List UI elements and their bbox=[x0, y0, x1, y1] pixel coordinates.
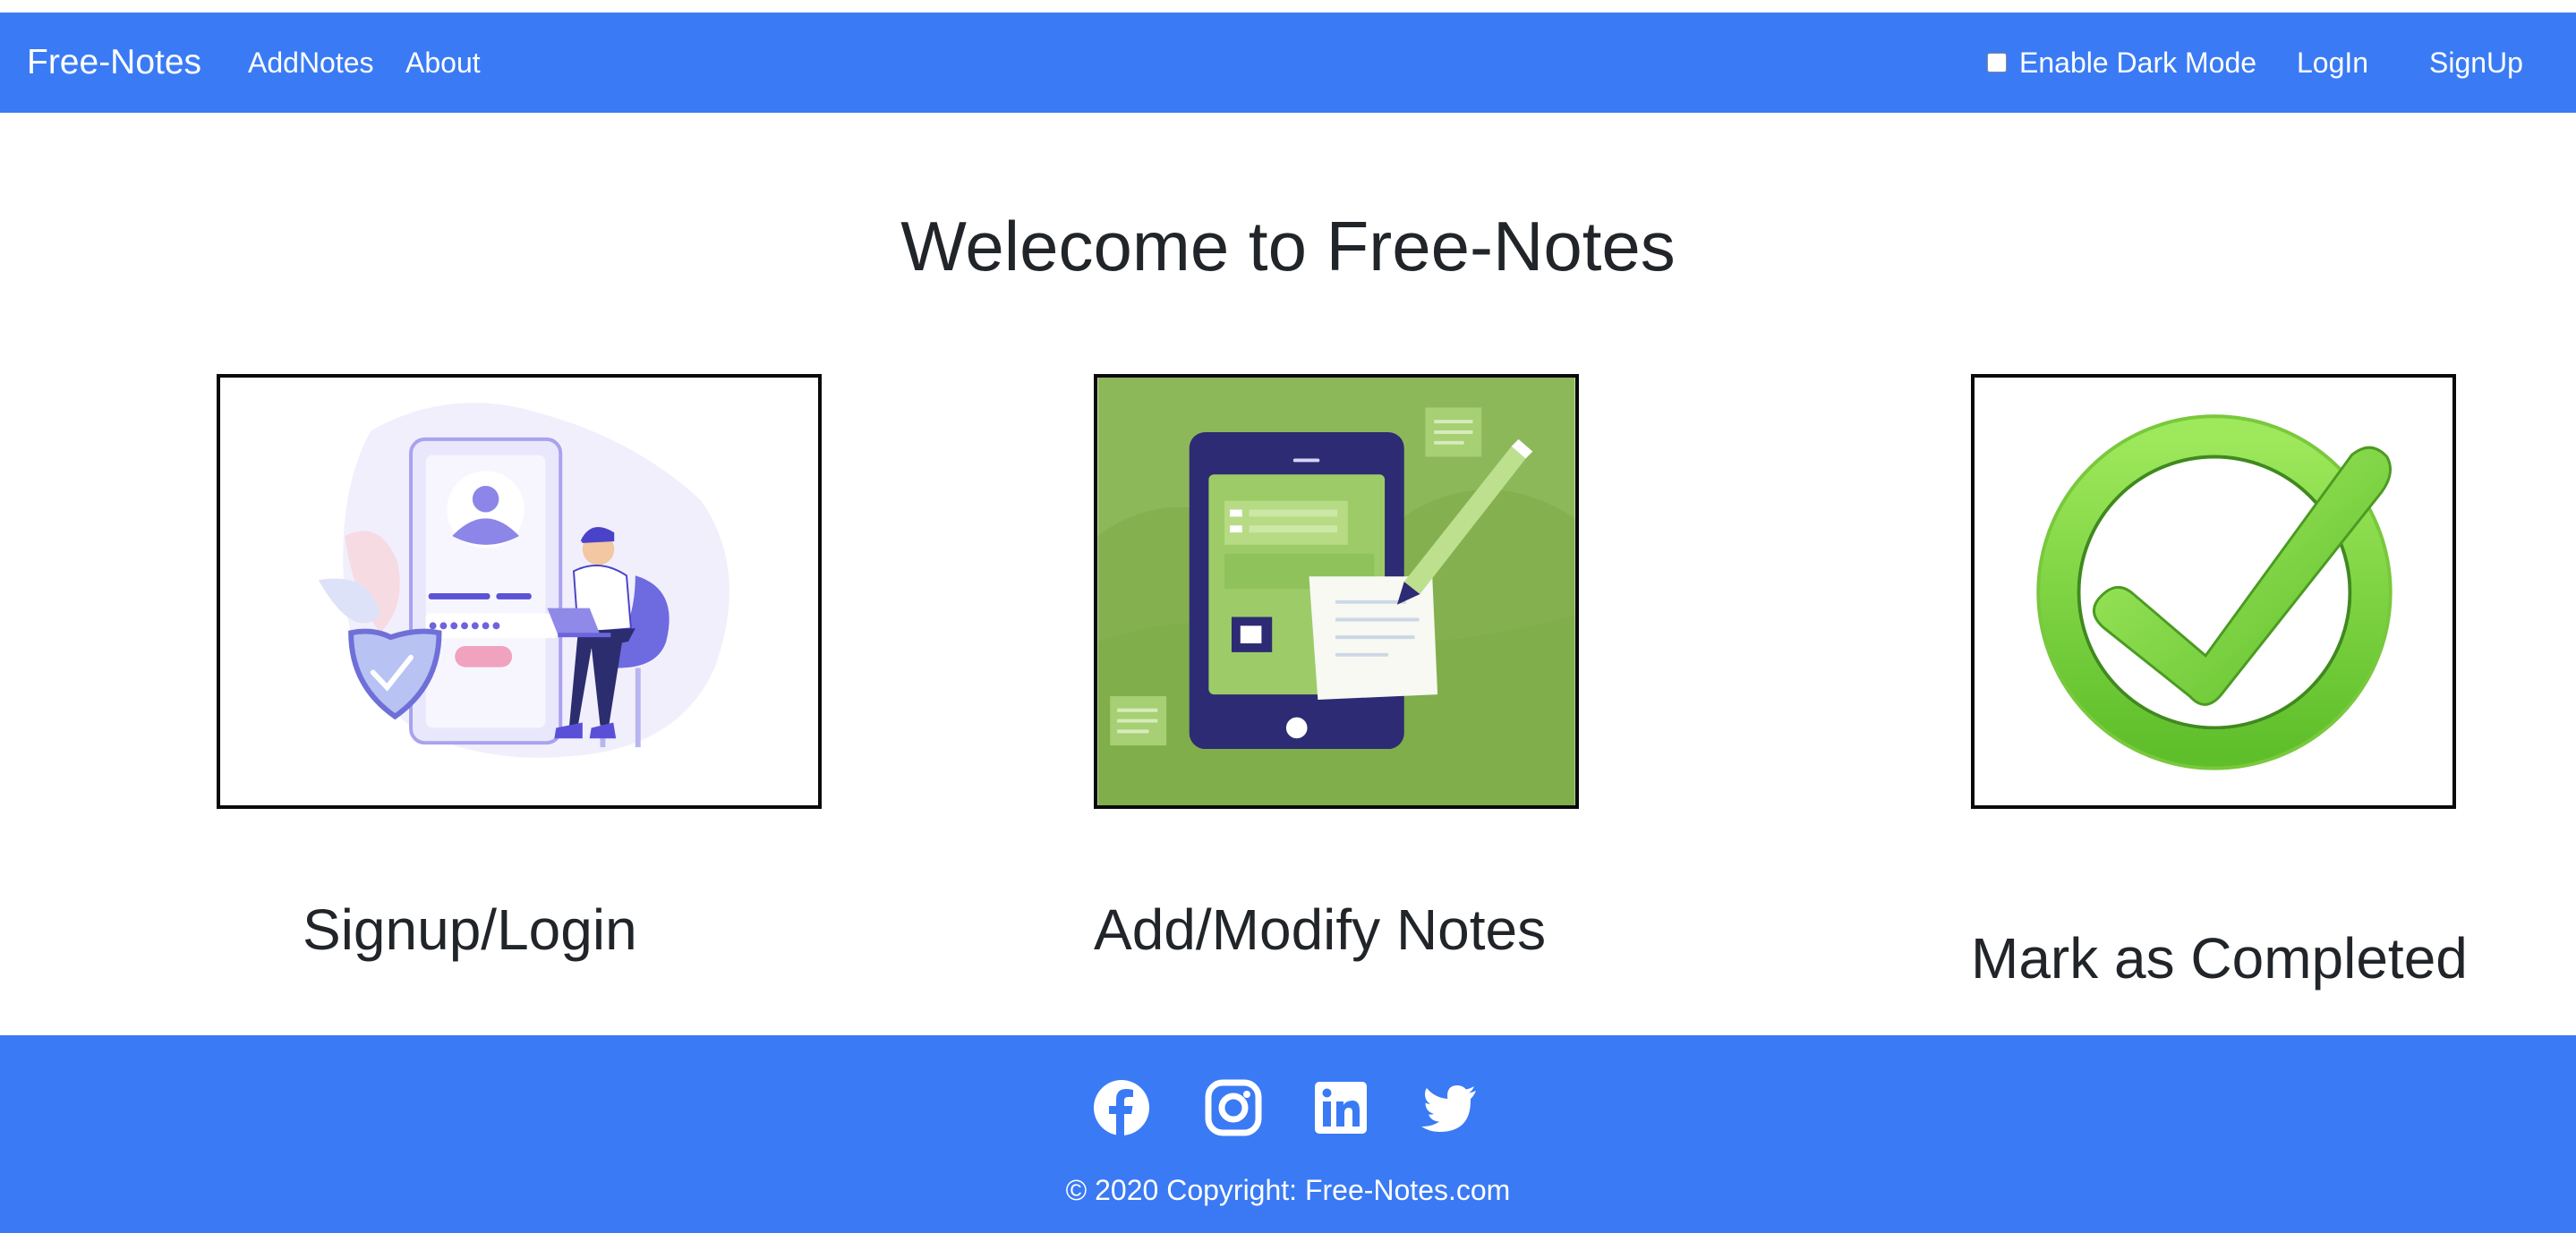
brand-link[interactable]: Free-Notes bbox=[27, 42, 201, 83]
card-caption-mark-completed: Mark as Completed bbox=[1971, 926, 2468, 991]
card-caption-signup-login: Signup/Login bbox=[303, 897, 637, 962]
green-checkmark-icon bbox=[1971, 374, 2456, 809]
signup-login-illustration bbox=[217, 374, 822, 809]
dark-mode-toggle: Enable Dark Mode bbox=[1987, 46, 2256, 80]
facebook-icon[interactable] bbox=[1092, 1078, 1151, 1137]
dark-mode-checkbox[interactable] bbox=[1987, 53, 2007, 72]
copyright-text: © 2020 Copyright: Free-Notes.com bbox=[1065, 1174, 1511, 1206]
tablet-notes-illustration bbox=[1094, 374, 1579, 809]
page-title: Welecome to Free-Notes bbox=[900, 207, 1676, 285]
navbar: Free-Notes AddNotes About Enable Dark Mo… bbox=[0, 13, 2576, 113]
login-link[interactable]: LogIn bbox=[2297, 46, 2368, 80]
card-caption-add-modify-notes: Add/Modify Notes bbox=[1094, 897, 1547, 962]
dark-mode-label[interactable]: Enable Dark Mode bbox=[2019, 46, 2256, 80]
top-strip bbox=[0, 0, 2576, 13]
signup-link[interactable]: SignUp bbox=[2429, 46, 2523, 80]
nav-link-addnotes[interactable]: AddNotes bbox=[248, 46, 374, 80]
instagram-icon[interactable] bbox=[1204, 1078, 1263, 1137]
linkedin-icon[interactable] bbox=[1311, 1078, 1370, 1137]
nav-link-about[interactable]: About bbox=[405, 46, 481, 80]
twitter-icon[interactable] bbox=[1420, 1078, 1480, 1137]
